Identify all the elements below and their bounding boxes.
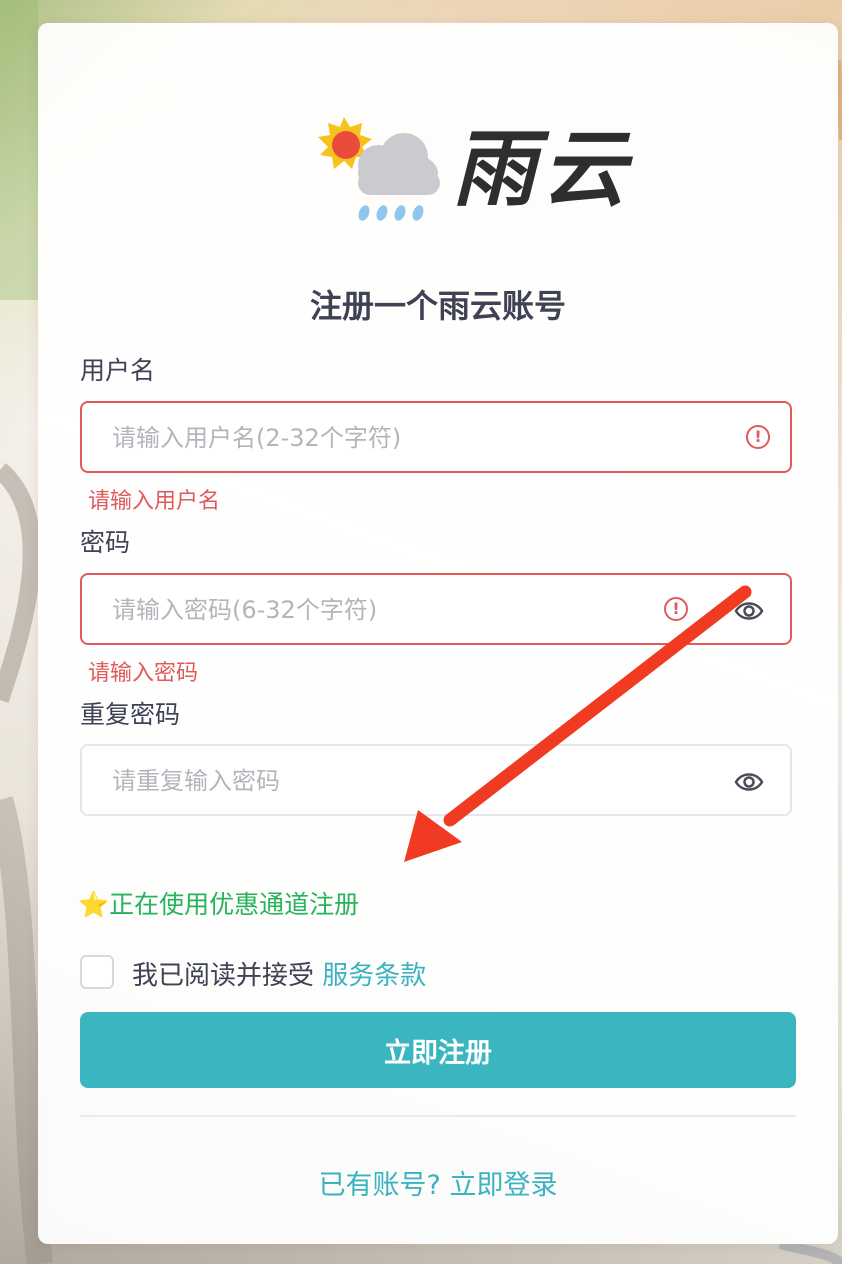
register-card: 雨云 注册一个雨云账号 用户名 ! 请输入用户名 密码 ! 请输入密码 重复密码…: [38, 23, 838, 1244]
password-error: 请输入密码: [88, 661, 199, 686]
confirm-password-field[interactable]: [80, 744, 792, 816]
brand-name: 雨云: [452, 120, 633, 218]
username-input[interactable]: [110, 403, 634, 473]
terms-prefix: 我已阅读并接受: [132, 961, 323, 991]
login-link[interactable]: 已有账号? 立即登录: [38, 1163, 838, 1202]
username-label: 用户名: [80, 356, 156, 385]
star-icon: ⭐: [78, 890, 110, 919]
terms-checkbox[interactable]: [80, 955, 114, 989]
error-icon: !: [664, 597, 688, 621]
register-button[interactable]: 立即注册: [80, 1012, 796, 1088]
confirm-password-label: 重复密码: [80, 700, 181, 729]
error-icon: !: [746, 425, 770, 449]
brand-logo: 雨云: [312, 113, 642, 233]
password-field[interactable]: !: [80, 573, 792, 645]
terms-text: 我已阅读并接受 服务条款: [132, 955, 426, 992]
username-field[interactable]: !: [80, 401, 792, 473]
weather-logo-icon: [318, 117, 440, 221]
page-title: 注册一个雨云账号: [309, 287, 566, 325]
terms-of-service-link[interactable]: 服务条款: [322, 961, 426, 991]
username-error: 请输入用户名: [88, 489, 221, 514]
password-label: 密码: [80, 528, 131, 557]
divider: [80, 1115, 796, 1117]
eye-icon[interactable]: [734, 597, 764, 625]
confirm-password-input[interactable]: [110, 746, 634, 816]
promo-text: 正在使用优惠通道注册: [109, 890, 360, 919]
eye-icon[interactable]: [734, 768, 764, 796]
promo-notice: ⭐正在使用优惠通道注册: [78, 885, 359, 921]
password-input[interactable]: [110, 575, 634, 645]
